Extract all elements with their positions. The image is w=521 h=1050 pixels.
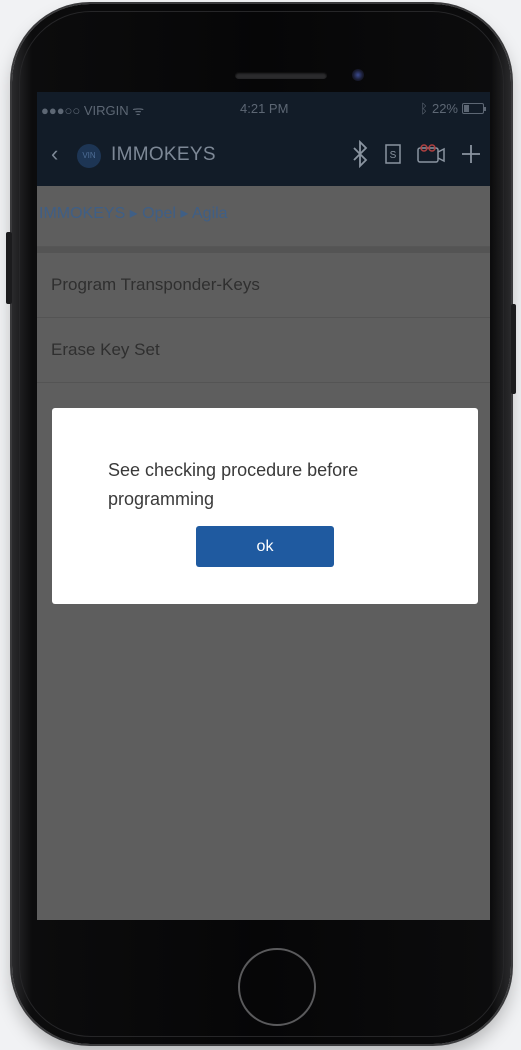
vin-badge[interactable]: VIN (77, 144, 101, 168)
status-right: ᛒ 22% (420, 101, 486, 116)
svg-text:S: S (390, 150, 397, 161)
camera-car-icon[interactable] (416, 142, 446, 166)
nav-bar: ‹ VIN IMMOKEYS S (37, 124, 490, 186)
status-time: 4:21 PM (240, 101, 289, 116)
bluetooth-icon[interactable] (350, 140, 370, 168)
dialog-message: See checking procedure before programmin… (108, 460, 359, 509)
breadcrumb[interactable]: IMMOKEYS ▸ Opel ▸ Agila (37, 186, 490, 247)
battery-icon (462, 103, 486, 114)
front-camera (352, 69, 364, 81)
battery-percent: 22% (431, 101, 458, 116)
silent-switch (6, 232, 12, 304)
bluetooth-status-icon: ᛒ (420, 101, 428, 116)
s-document-icon[interactable]: S (384, 143, 402, 165)
plus-icon[interactable] (460, 143, 482, 165)
alert-dialog: See checking procedure before programmin… (52, 408, 478, 604)
power-button (511, 304, 516, 394)
chevron-left-icon[interactable]: ‹ (51, 143, 58, 165)
status-bar: ●●●○○ VIRGIN ᯤ 4:21 PM ᛒ 22% (37, 92, 490, 124)
menu-item-program-transponder-keys[interactable]: Program Transponder-Keys (37, 253, 490, 318)
carrier-signal: ●●●○○ VIRGIN ᯤ (41, 103, 145, 118)
ok-button[interactable]: ok (196, 526, 334, 567)
nav-actions: S (350, 140, 482, 168)
nav-title: IMMOKEYS (111, 144, 216, 165)
earpiece-speaker (235, 72, 327, 79)
home-button[interactable] (238, 948, 316, 1026)
menu-item-erase-key-set[interactable]: Erase Key Set (37, 318, 490, 383)
